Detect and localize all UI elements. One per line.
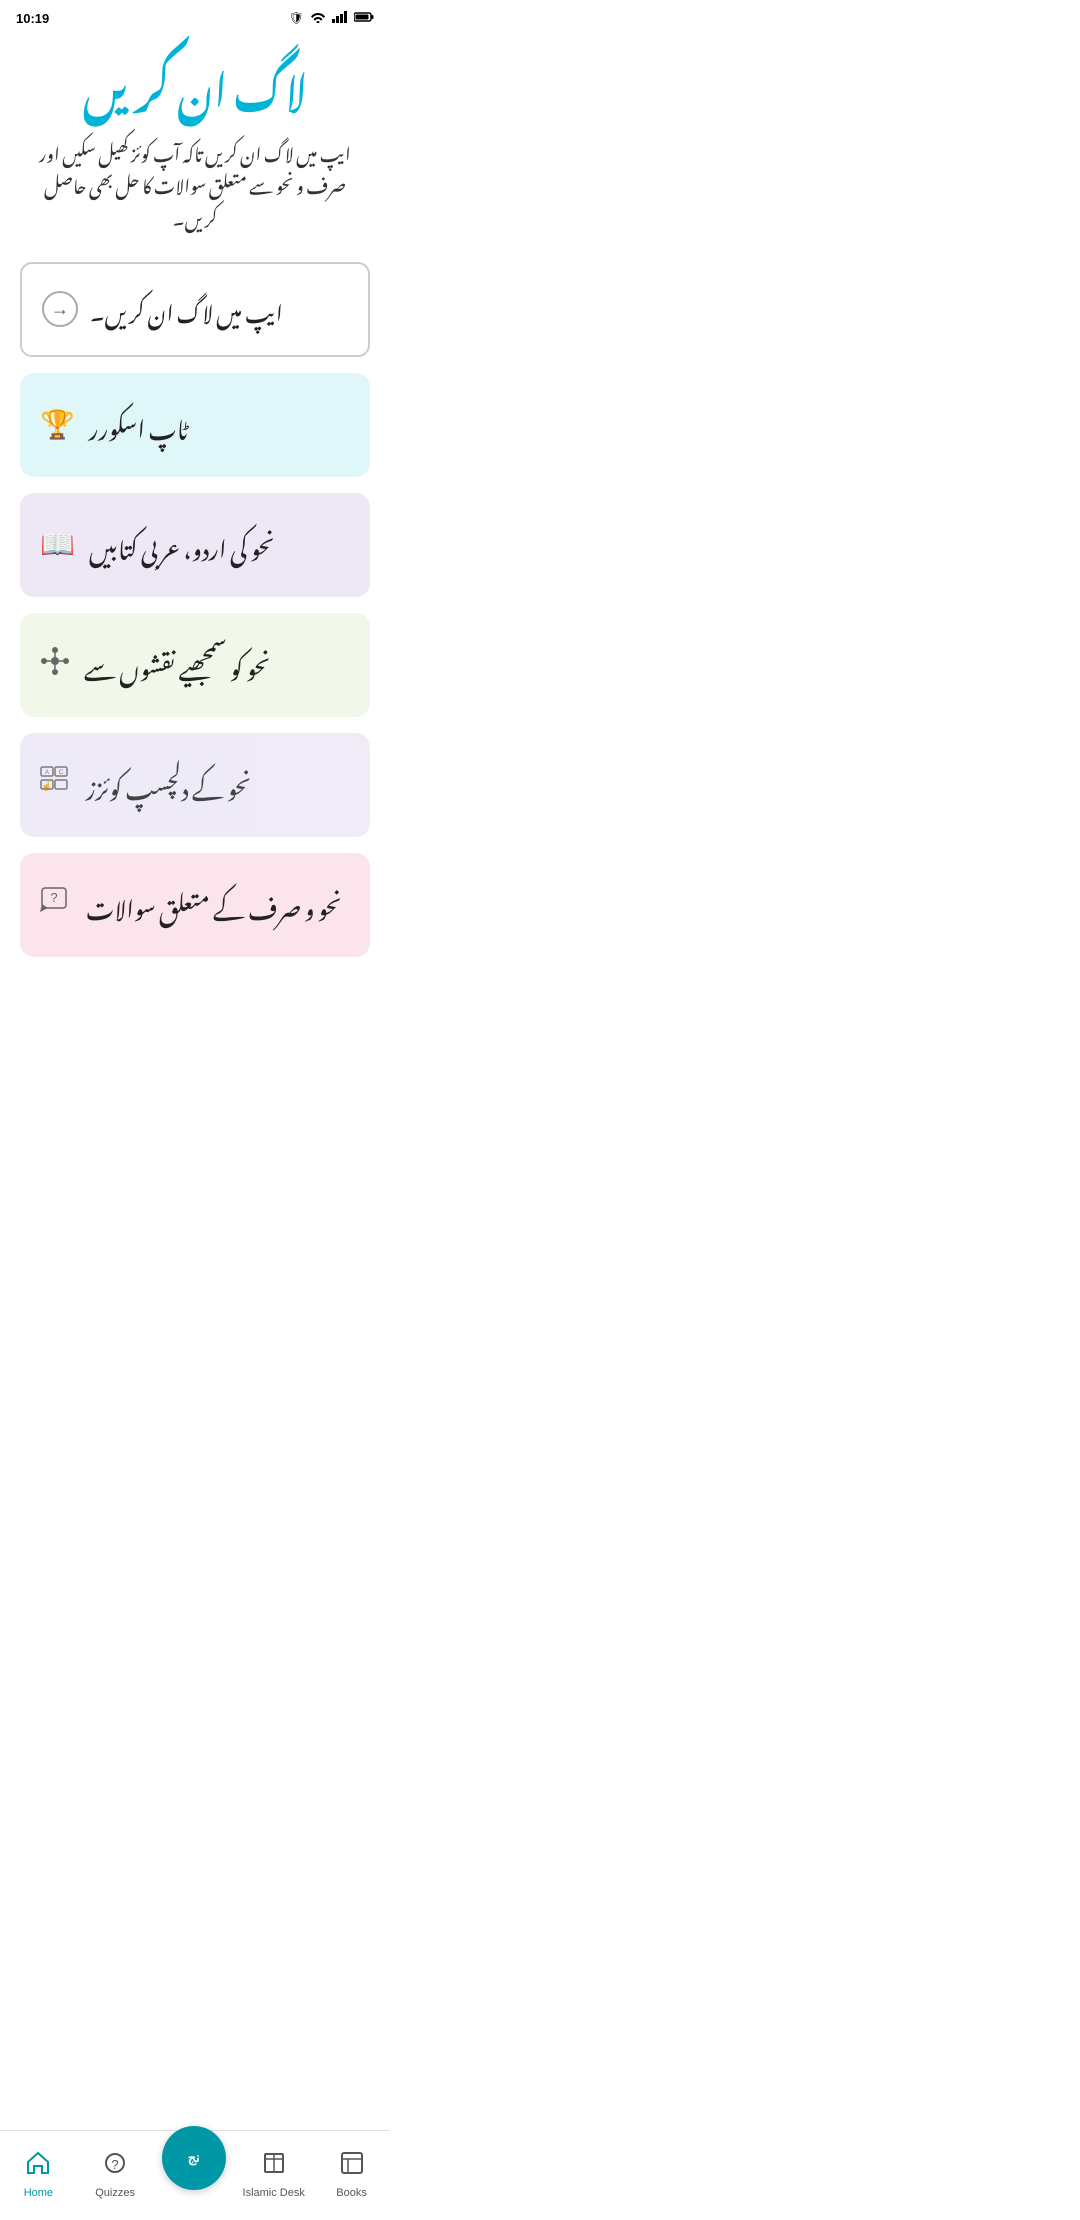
nav-center[interactable]: نج <box>162 2126 226 2194</box>
svg-text:C: C <box>59 770 64 776</box>
questions-text: نحو و صرف کے متعلق سوالات <box>86 875 342 935</box>
status-time: 10:19 <box>16 11 49 26</box>
books-nav-icon <box>339 2150 365 2183</box>
books-icon: 📖 <box>40 528 75 561</box>
status-icons: 🛡 <box>289 11 374 26</box>
nav-islamic-desk[interactable]: Islamic Desk <box>243 2150 305 2199</box>
quizzes-nav-icon: ? <box>102 2150 128 2183</box>
nav-books[interactable]: Books <box>322 2150 382 2199</box>
nav-islamic-desk-label: Islamic Desk <box>243 2187 305 2199</box>
quizzes-text: نحو کے دلچسپ کوئزز <box>86 755 251 815</box>
bottom-nav: Home ? Quizzes نج Islamic Desk <box>0 2130 390 2220</box>
islamic-desk-icon <box>261 2150 287 2183</box>
diagrams-text: نحو کو سمجھیے نقشوں سے <box>84 635 271 695</box>
books-text: نحو کی اردو، عربی کتابیں <box>89 515 275 575</box>
svg-text:A: A <box>45 770 49 776</box>
login-arrow-icon: → <box>42 291 78 327</box>
quizzes-card[interactable]: نحو کے دلچسپ کوئزز A C ☝ <box>20 733 370 837</box>
top-scores-card[interactable]: ٹاپ اسکورر 🏆 <box>20 373 370 477</box>
wifi-icon <box>310 11 326 26</box>
page-title: لاگ ان کریں <box>83 56 307 115</box>
top-scores-text: ٹاپ اسکورر <box>89 395 188 455</box>
nav-home-label: Home <box>24 2187 53 2199</box>
questions-card[interactable]: نحو و صرف کے متعلق سوالات ? <box>20 853 370 957</box>
nav-quizzes[interactable]: ? Quizzes <box>85 2150 145 2199</box>
login-button-text: ایپ میں لاگ ان کریں۔ <box>90 282 283 337</box>
svg-text:?: ? <box>111 2157 118 2172</box>
nav-books-label: Books <box>336 2187 367 2199</box>
nav-home[interactable]: Home <box>8 2150 68 2199</box>
page-description: ایپ میں لاگ ان کریں تاکہ آپ کوئز کھیل سک… <box>20 135 370 232</box>
main-content: لاگ ان کریں ایپ میں لاگ ان کریں تاکہ آپ … <box>0 36 390 1073</box>
svg-text:☝: ☝ <box>41 780 52 792</box>
login-button[interactable]: ایپ میں لاگ ان کریں۔ → <box>20 262 370 357</box>
diagrams-icon <box>40 646 70 683</box>
home-icon <box>25 2150 51 2183</box>
nav-quizzes-label: Quizzes <box>95 2187 135 2199</box>
shield-icon: 🛡 <box>289 11 304 25</box>
nav-logo-circle: نج <box>162 2126 226 2190</box>
signal-icon <box>332 11 348 26</box>
battery-icon <box>354 11 374 26</box>
quizzes-icon: A C ☝ <box>40 766 72 803</box>
books-card[interactable]: نحو کی اردو، عربی کتابیں 📖 <box>20 493 370 597</box>
diagrams-card[interactable]: نحو کو سمجھیے نقشوں سے <box>20 613 370 717</box>
questions-icon: ? <box>40 886 72 923</box>
svg-text:?: ? <box>50 890 57 905</box>
top-scores-icon: 🏆 <box>40 408 75 441</box>
status-bar: 10:19 🛡 <box>0 0 390 36</box>
